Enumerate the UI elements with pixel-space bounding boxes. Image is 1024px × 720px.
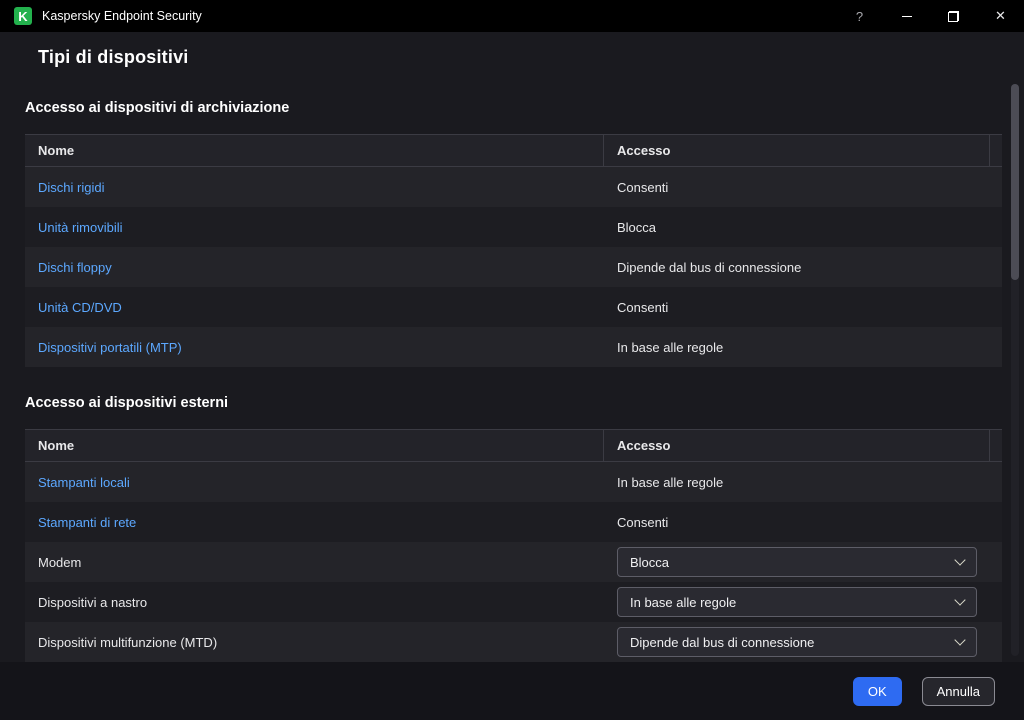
table-header: Nome Accesso <box>25 134 1002 167</box>
dropdown-selected-value: Blocca <box>630 555 669 570</box>
table-row: Stampanti locali In base alle regole <box>25 462 1002 502</box>
access-value: Blocca <box>604 220 990 235</box>
app-title: Kaspersky Endpoint Security <box>42 9 202 23</box>
device-link[interactable]: Dischi rigidi <box>38 180 104 195</box>
cancel-button[interactable]: Annulla <box>922 677 995 706</box>
device-name: Modem <box>25 555 604 570</box>
access-value: In base alle regole <box>604 475 990 490</box>
device-link[interactable]: Unità CD/DVD <box>38 300 122 315</box>
table-row: Dispositivi portatili (MTP) In base alle… <box>25 327 1002 367</box>
device-link[interactable]: Stampanti locali <box>38 475 130 490</box>
access-value: Consenti <box>604 300 990 315</box>
page-title: Tipi di dispositivi <box>38 46 1024 68</box>
table-header: Nome Accesso <box>25 429 1002 462</box>
table-row: Dischi rigidi Consenti <box>25 167 1002 207</box>
restore-icon <box>948 11 959 22</box>
dropdown-selected-value: Dipende dal bus di connessione <box>630 635 814 650</box>
device-link[interactable]: Dischi floppy <box>38 260 112 275</box>
close-button[interactable]: ✕ <box>977 0 1024 32</box>
table-row: Dispositivi a nastro In base alle regole <box>25 582 1002 622</box>
device-link[interactable]: Dispositivi portatili (MTP) <box>38 340 182 355</box>
access-value: In base alle regole <box>604 340 990 355</box>
footer-bar: OK Annulla <box>0 662 1024 720</box>
column-header-accesso: Accesso <box>604 430 990 461</box>
chevron-down-icon <box>954 594 965 605</box>
ok-button[interactable]: OK <box>853 677 902 706</box>
column-header-accesso: Accesso <box>604 135 990 166</box>
table-row: Unità CD/DVD Consenti <box>25 287 1002 327</box>
vertical-scrollbar[interactable] <box>1011 84 1019 656</box>
table-row: Dischi floppy Dipende dal bus di conness… <box>25 247 1002 287</box>
table-row: Unità rimovibili Blocca <box>25 207 1002 247</box>
access-value: Consenti <box>604 180 990 195</box>
scrollbar-thumb[interactable] <box>1011 84 1019 280</box>
device-name: Dispositivi a nastro <box>25 595 604 610</box>
access-dropdown[interactable]: Blocca <box>617 547 977 577</box>
content-area: Accesso ai dispositivi di archiviazione … <box>0 84 1024 662</box>
table-row: Dispositivi multifunzione (MTD) Dipende … <box>25 622 1002 662</box>
minimize-button[interactable] <box>883 0 930 32</box>
section-heading-archiviazione: Accesso ai dispositivi di archiviazione <box>25 98 1002 118</box>
chevron-down-icon <box>954 634 965 645</box>
minimize-icon <box>902 16 912 17</box>
app-window: K Kaspersky Endpoint Security ? ✕ Tipi d… <box>0 0 1024 720</box>
help-button[interactable]: ? <box>836 0 883 32</box>
table-row: Stampanti di rete Consenti <box>25 502 1002 542</box>
chevron-down-icon <box>954 554 965 565</box>
device-link[interactable]: Unità rimovibili <box>38 220 123 235</box>
column-header-nome: Nome <box>25 430 604 461</box>
device-name: Dispositivi multifunzione (MTD) <box>25 635 604 650</box>
kaspersky-logo-icon: K <box>14 7 32 25</box>
restore-button[interactable] <box>930 0 977 32</box>
device-link[interactable]: Stampanti di rete <box>38 515 136 530</box>
external-devices-table: Nome Accesso Stampanti locali In base al… <box>25 429 1002 662</box>
titlebar: K Kaspersky Endpoint Security ? ✕ <box>0 0 1024 32</box>
section-heading-esterni: Accesso ai dispositivi esterni <box>25 393 1002 413</box>
dropdown-selected-value: In base alle regole <box>630 595 736 610</box>
window-controls: ? ✕ <box>836 0 1024 32</box>
access-value: Consenti <box>604 515 990 530</box>
column-header-nome: Nome <box>25 135 604 166</box>
titlebar-left: K Kaspersky Endpoint Security <box>14 7 202 25</box>
access-value: Dipende dal bus di connessione <box>604 260 990 275</box>
storage-devices-table: Nome Accesso Dischi rigidi Consenti Unit… <box>25 134 1002 367</box>
access-dropdown[interactable]: Dipende dal bus di connessione <box>617 627 977 657</box>
access-dropdown[interactable]: In base alle regole <box>617 587 977 617</box>
table-row: Modem Blocca <box>25 542 1002 582</box>
